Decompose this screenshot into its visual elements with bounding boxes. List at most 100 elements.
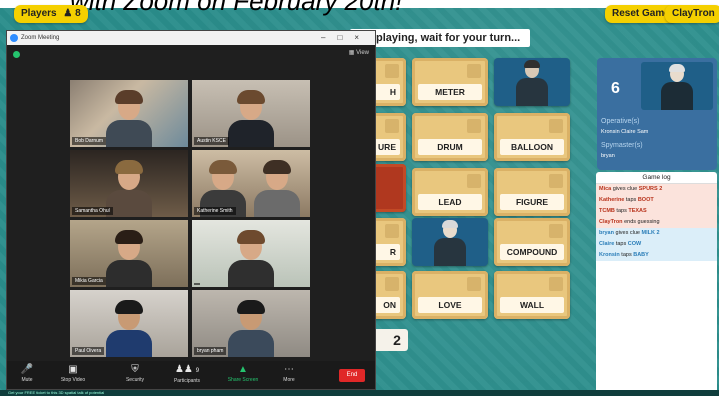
blue-agent-card[interactable]	[412, 218, 488, 266]
video-tile[interactable]: Samantha Ohul	[70, 150, 188, 217]
user-menu-button[interactable]: ClayTron	[665, 5, 719, 23]
card-word: FIGURE	[500, 194, 564, 210]
spymaster-label: Spymaster(s)	[601, 142, 643, 149]
log-player-name: bryan	[599, 230, 614, 236]
share-screen-button[interactable]: ▲ Share Screen	[223, 363, 263, 383]
game-log-entry: Claire taps COW	[596, 239, 717, 250]
log-player-name: ClayTron	[599, 219, 623, 225]
participant-name: Bob Darnum	[72, 137, 107, 145]
participants-button[interactable]: ♟♟ 9 Participants	[167, 363, 207, 384]
agent-portrait	[434, 220, 466, 266]
card-icon	[467, 64, 481, 78]
view-button[interactable]: ▦ View	[349, 49, 369, 56]
participants-icon: ♟♟ 9	[174, 364, 200, 375]
page-number-2[interactable]: 2	[386, 329, 408, 351]
operatives-names: Kronsin Claire Sam	[601, 129, 649, 135]
log-word: MILK 2	[641, 230, 660, 236]
players-button[interactable]: Players ♟ 8	[14, 5, 88, 23]
log-action: taps	[619, 252, 634, 258]
log-action: taps	[614, 208, 629, 214]
log-player-name: Kronsin	[599, 252, 620, 258]
log-word: BABY	[633, 252, 649, 258]
zoom-window-title: Zoom Meeting	[21, 35, 60, 41]
page-heading: with Zoom on February 20th!	[70, 0, 403, 16]
log-word: SPURS 2	[638, 186, 663, 192]
word-card[interactable]: WALL	[494, 271, 570, 319]
participant-name: Austin KSCE	[194, 137, 229, 145]
card-icon	[385, 277, 399, 291]
mute-label: Mute	[21, 377, 33, 383]
card-icon	[385, 224, 399, 238]
log-word: BOOT	[637, 197, 654, 203]
security-button[interactable]: ⛨ Security	[115, 363, 155, 383]
log-word: COW	[627, 241, 642, 247]
log-player-name: Katherine	[599, 197, 625, 203]
spymaster-portrait	[661, 64, 693, 110]
grid-icon: ▦	[348, 50, 355, 56]
operatives-label: Operative(s)	[601, 118, 640, 125]
card-word: LOVE	[418, 297, 482, 313]
blue-team-panel: 6 Operative(s) Kronsin Claire Sam Spymas…	[597, 58, 717, 170]
video-tile[interactable]: Bob Darnum	[70, 80, 188, 147]
cards-remaining-count: 6	[611, 80, 620, 97]
log-player-name: Mica	[599, 186, 612, 192]
video-tile[interactable]: Katherine Smith	[192, 150, 310, 217]
blue-agent-card[interactable]	[494, 58, 570, 106]
share-screen-label: Share Screen	[227, 377, 259, 383]
more-button[interactable]: ⋯ More	[269, 363, 309, 383]
stop-video-button[interactable]: ▣ Stop Video	[53, 363, 93, 383]
card-word: DRUM	[418, 139, 482, 155]
log-action: gives clue	[613, 230, 642, 236]
card-icon	[467, 119, 481, 133]
log-action: ends guessing	[622, 219, 660, 225]
card-icon	[549, 224, 563, 238]
game-log-entry: Katherine taps BOOT	[596, 195, 717, 206]
game-log-entry: ClayTron ends guessing	[596, 217, 717, 228]
spymaster-card	[641, 62, 713, 110]
log-action: taps	[614, 241, 628, 247]
video-tile-active-speaker[interactable]	[192, 220, 310, 287]
participants-label: Participants	[173, 378, 201, 384]
game-log-entry: TCMB taps TEXAS	[596, 206, 717, 217]
video-tile[interactable]: bryan pham	[192, 290, 310, 357]
camera-icon: ▣	[68, 364, 78, 375]
zoom-toolbar: 🎤 Mute ▣ Stop Video ⛨ Security ♟♟ 9 Part…	[7, 361, 375, 389]
word-card[interactable]: COMPOUND	[494, 218, 570, 266]
word-card[interactable]: LOVE	[412, 271, 488, 319]
card-icon	[385, 119, 399, 133]
players-label: Players	[21, 8, 57, 19]
bottom-ticker: Get your FREE ticket to this 3D spatial …	[0, 390, 719, 396]
end-meeting-button[interactable]: End	[339, 369, 365, 382]
video-tile[interactable]: Mikia Garcia	[70, 220, 188, 287]
participant-name: bryan pham	[194, 347, 227, 355]
zoom-titlebar: Zoom Meeting –□×	[7, 31, 375, 45]
game-log-entry: bryan gives clue MILK 2	[596, 228, 717, 239]
card-icon	[549, 174, 563, 188]
game-log-entry: Kronsin taps BABY	[596, 250, 717, 261]
card-icon	[467, 277, 481, 291]
spymaster-names: bryan	[601, 153, 615, 159]
video-tile[interactable]: Austin KSCE	[192, 80, 310, 147]
word-card[interactable]: METER	[412, 58, 488, 106]
card-icon	[467, 174, 481, 188]
card-icon	[385, 64, 399, 78]
game-log-title: Game log	[596, 172, 717, 184]
more-icon: ⋯	[284, 364, 294, 375]
card-icon	[549, 277, 563, 291]
card-word: METER	[418, 84, 482, 100]
card-icon	[549, 119, 563, 133]
word-card[interactable]: FIGURE	[494, 168, 570, 216]
window-controls[interactable]: –□×	[321, 31, 371, 45]
person-icon: ♟	[63, 8, 73, 19]
zoom-window: Zoom Meeting –□× ▦ View Bob Darnum Austi…	[6, 30, 376, 390]
word-card[interactable]: BALLOON	[494, 113, 570, 161]
card-word: WALL	[500, 297, 564, 313]
video-tile[interactable]: Paul Oivera	[70, 290, 188, 357]
mute-button[interactable]: 🎤 Mute	[7, 363, 47, 383]
word-card[interactable]: DRUM	[412, 113, 488, 161]
word-card[interactable]: LEAD	[412, 168, 488, 216]
log-player-name: TCMB	[599, 208, 615, 214]
card-word: BALLOON	[500, 139, 564, 155]
security-label: Security	[125, 377, 145, 383]
log-word: TEXAS	[628, 208, 647, 214]
